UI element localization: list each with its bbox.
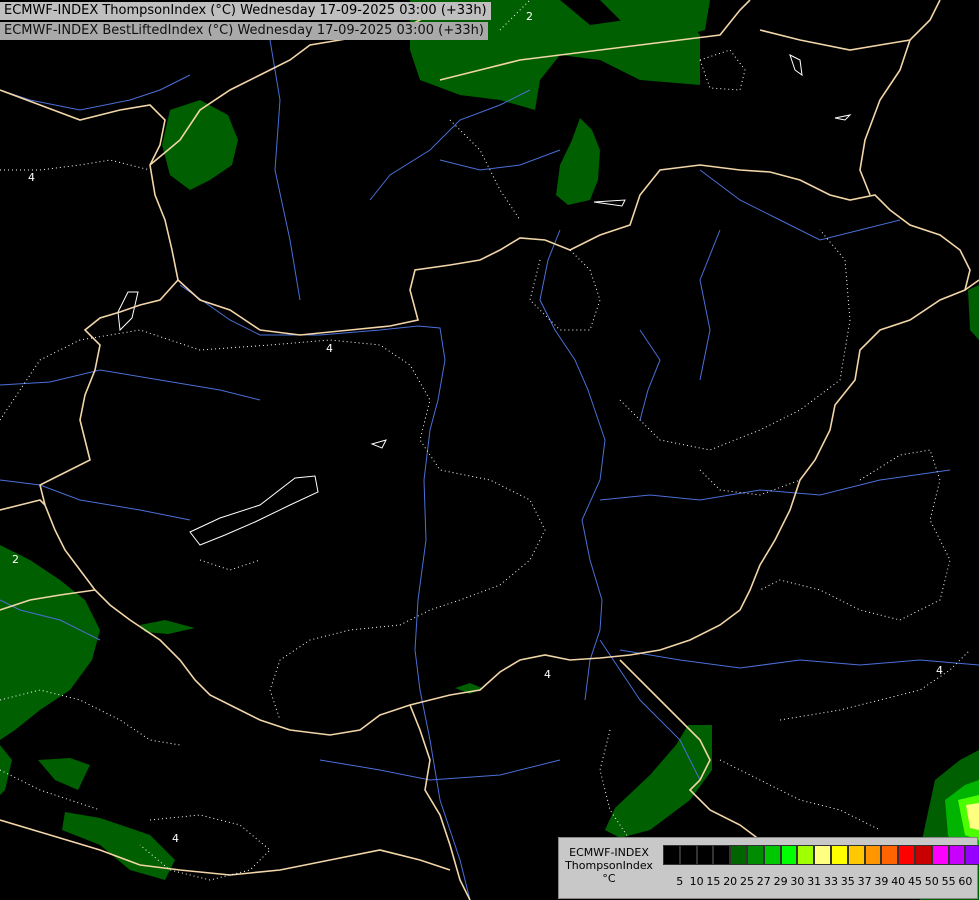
legend-color-bar xyxy=(663,845,979,867)
legend-tick-label: 37 xyxy=(857,875,872,888)
legend-tick-label: 40 xyxy=(891,875,906,888)
river-tributary-1 xyxy=(0,369,261,401)
legend-tick-label: 10 xyxy=(689,875,704,888)
border-poland-ukraine xyxy=(759,0,941,51)
river-tributary-4 xyxy=(0,74,191,111)
river-tributary-5 xyxy=(599,469,951,501)
contour-label: 4 xyxy=(172,832,179,845)
border-croatia-serbia xyxy=(409,704,471,900)
legend-tick-label: 15 xyxy=(706,875,721,888)
legend-parameter: ThompsonIndex xyxy=(565,859,653,872)
legend-swatch xyxy=(898,845,915,865)
map-canvas: 2 4 4 2 4 4 4 xyxy=(0,0,979,900)
legend-tick-label: 5 xyxy=(676,875,684,888)
fill-area-west xyxy=(0,545,100,740)
legend-tick-label: 25 xyxy=(740,875,754,888)
contour-label: 2 xyxy=(526,10,533,23)
legend-tick-label: 50 xyxy=(924,875,939,888)
border-hungary xyxy=(39,164,971,736)
legend-swatch xyxy=(663,845,680,865)
contour-labels: 2 4 4 2 4 4 4 xyxy=(12,10,943,845)
lake-balaton xyxy=(189,475,319,546)
legend-swatch xyxy=(965,845,979,865)
legend-tick-label: 35 xyxy=(840,875,855,888)
contour-label: 4 xyxy=(28,171,35,184)
border-west xyxy=(0,499,46,511)
fill-area-sw1 xyxy=(38,758,90,790)
contour-label: 2 xyxy=(12,553,19,566)
river-tributary-13 xyxy=(639,329,661,421)
river-tisza xyxy=(539,229,606,701)
river-tributary-12 xyxy=(439,149,561,171)
legend-swatch xyxy=(780,845,798,865)
color-legend: ECMWF-INDEX ThompsonIndex °C 5 10 15 20 25 27… xyxy=(558,837,979,899)
legend-swatch xyxy=(797,845,815,865)
legend-tick-label: 27 xyxy=(756,875,771,888)
legend-tick-label: 60 xyxy=(958,875,973,888)
legend-swatch xyxy=(763,845,781,865)
legend-tick-label: 31 xyxy=(807,875,822,888)
river-tributary-7 xyxy=(619,649,979,669)
legend-unit: °C xyxy=(602,872,616,885)
legend-tick-label: 45 xyxy=(908,875,922,888)
legend-swatch xyxy=(679,845,697,865)
contour-label: 4 xyxy=(544,668,551,681)
legend-swatch xyxy=(914,845,932,865)
legend-tick-label: 33 xyxy=(824,875,838,888)
river-tributary-14 xyxy=(699,229,721,381)
lake-east xyxy=(834,114,852,121)
fill-area-east xyxy=(968,285,979,340)
legend-swatch xyxy=(847,845,865,865)
legend-tick-labels: 5 10 15 20 25 27 29 30 31 33 35 37 39 40 45 50 55 60 xyxy=(663,875,973,889)
legend-swatch xyxy=(713,845,731,865)
legend-tick-label: 30 xyxy=(790,875,805,888)
map-title-thompson: ECMWF-INDEX ThompsonIndex (°C) Wednesday… xyxy=(0,2,491,20)
fill-area-sw2 xyxy=(62,812,175,880)
lake-velence xyxy=(370,439,387,449)
contour-label: 4 xyxy=(326,342,333,355)
fill-area-slovakia xyxy=(556,118,600,205)
legend-swatch xyxy=(948,845,966,865)
legend-swatch xyxy=(730,845,747,865)
lake-north xyxy=(593,199,626,207)
border-ukraine-romania xyxy=(859,39,911,196)
map-title-bestlifted: ECMWF-INDEX BestLiftedIndex (°C) Wednesd… xyxy=(0,22,488,40)
river-danube xyxy=(179,284,471,900)
river-tributary-3 xyxy=(269,39,301,301)
legend-tick-label: 29 xyxy=(773,875,788,888)
legend-swatch xyxy=(696,845,714,865)
lake-northeast xyxy=(789,54,803,77)
river-tributary-2 xyxy=(369,89,531,201)
legend-tick-label: 20 xyxy=(723,875,738,888)
legend-title: ECMWF-INDEX ThompsonIndex °C xyxy=(561,846,657,885)
legend-model: ECMWF-INDEX xyxy=(569,846,649,859)
legend-tick-label: 55 xyxy=(941,875,956,888)
thompson-index-fill xyxy=(0,0,979,900)
legend-swatch xyxy=(864,845,882,865)
legend-tick-label: 39 xyxy=(874,875,889,888)
country-borders xyxy=(0,0,979,900)
river-tributary-8 xyxy=(0,479,191,521)
contour-label: 4 xyxy=(936,664,943,677)
legend-swatch xyxy=(746,845,764,865)
river-tributary-10 xyxy=(319,759,561,781)
fill-area-croatia xyxy=(0,745,12,795)
fill-area-serbia xyxy=(605,725,712,838)
legend-swatch xyxy=(830,845,848,865)
legend-swatch xyxy=(814,845,831,865)
legend-swatch xyxy=(931,845,949,865)
legend-swatch xyxy=(881,845,899,865)
weather-map: 2 4 4 2 4 4 4 ECMWF-INDEX ThompsonIndex … xyxy=(0,0,979,900)
border-austria-slovakia xyxy=(0,89,179,281)
